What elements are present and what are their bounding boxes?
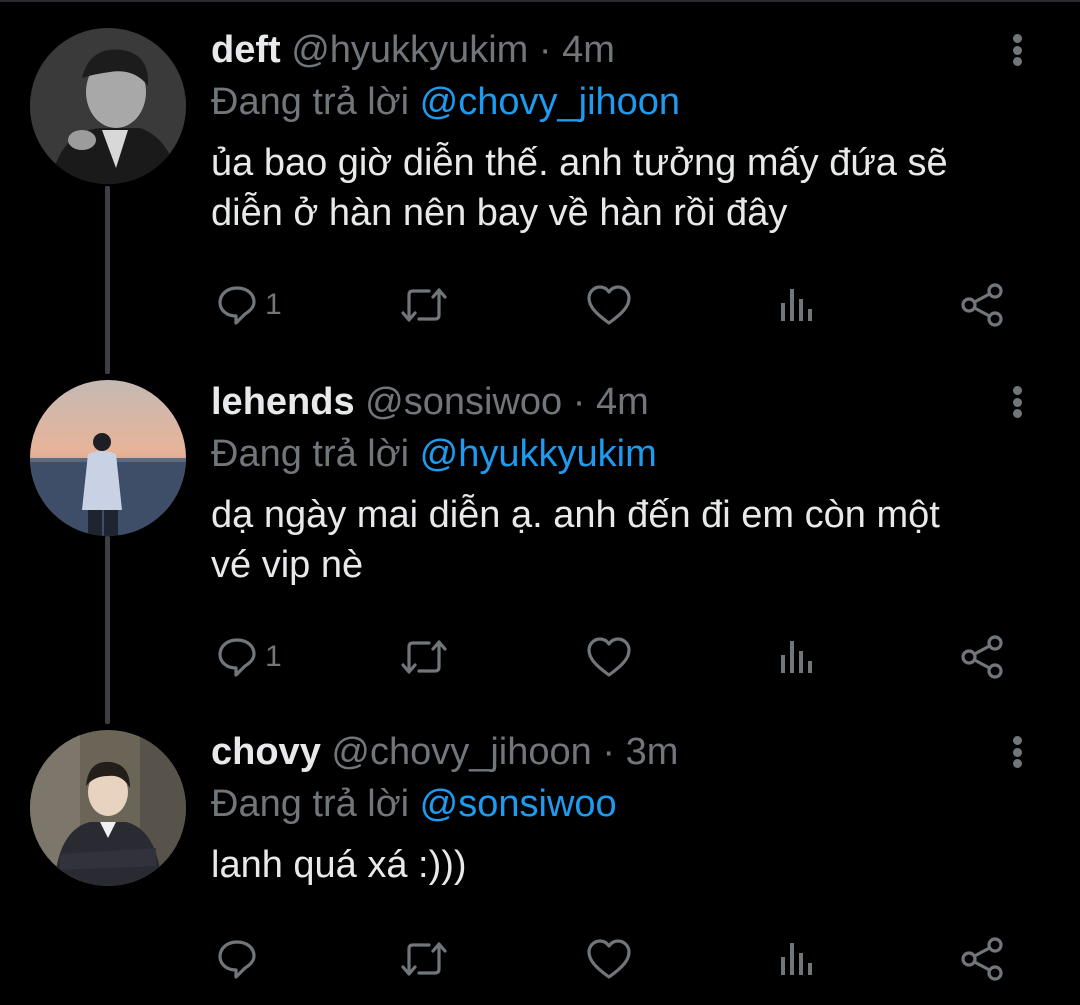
reply-button[interactable] [215,934,265,984]
user-handle[interactable]: @sonsiwoo [365,381,562,423]
retweet-button[interactable] [399,934,449,984]
separator-dot: · [572,381,586,423]
reply-target-link[interactable]: @sonsiwoo [420,783,617,825]
reply-count: 1 [265,288,282,321]
like-button[interactable] [585,632,633,682]
tweet-content: lehends @sonsiwoo · 4m Đang trả lời @hyu… [211,380,1011,590]
retweet-icon [401,942,447,976]
tweet-actions [211,934,1021,984]
avatar-lehends-image [30,380,186,536]
tweet-text-line: dạ ngày mai diễn ạ. anh đến đi em còn mộ… [211,494,940,536]
replying-to: Đang trả lời @sonsiwoo [211,782,1011,826]
reply-bubble-icon [218,940,256,979]
share-button[interactable] [959,632,1007,682]
views-button[interactable] [777,934,817,984]
share-button[interactable] [959,934,1007,984]
separator-dot: · [602,731,616,773]
timestamp[interactable]: 3m [626,731,679,773]
tweet-text-line: diễn ở hàn nên bay về hàn rồi đây [211,192,788,234]
timestamp[interactable]: 4m [562,29,615,71]
bar-chart-icon [781,943,812,975]
display-name[interactable]: lehends [211,381,355,423]
replying-to-label: Đang trả lời [211,783,410,825]
more-vertical-icon[interactable] [1004,732,1030,772]
views-button[interactable] [777,280,817,330]
separator-dot: · [538,29,552,71]
reply-target-link[interactable]: @hyukkyukim [420,433,657,475]
timestamp[interactable]: 4m [596,381,649,423]
tweet-text-line: ủa bao giờ diễn thế. anh tưởng mấy đứa s… [211,142,948,184]
like-button[interactable] [585,934,633,984]
tweet-actions: 1 [211,280,1021,330]
bar-chart-icon [781,289,812,321]
display-name[interactable]: deft [211,29,281,71]
tweet-content: deft @hyukkyukim · 4m Đang trả lời @chov… [211,28,1011,238]
avatar[interactable] [30,28,186,184]
retweet-icon [401,288,447,322]
avatar-deft-image [30,28,186,184]
share-icon [961,937,1003,981]
reply-count: 1 [265,640,282,673]
tweet-content: chovy @chovy_jihoon · 3m Đang trả lời @s… [211,730,1011,890]
reply-target-link[interactable]: @chovy_jihoon [420,81,680,123]
reply-bubble-icon [218,286,256,325]
avatar[interactable] [30,380,186,536]
user-handle[interactable]: @hyukkyukim [291,29,528,71]
replying-to-label: Đang trả lời [211,81,410,123]
views-button[interactable] [777,632,817,682]
thread-connector [105,186,110,374]
replying-to: Đang trả lời @hyukkyukim [211,432,1011,476]
tweet-header: deft @hyukkyukim · 4m [211,28,1011,72]
avatar[interactable] [30,730,186,886]
bar-chart-icon [781,641,812,673]
retweet-icon [401,640,447,674]
tweet-header: lehends @sonsiwoo · 4m [211,380,1011,424]
heart-icon [587,939,631,979]
reply-bubble-icon [218,638,256,677]
more-vertical-icon[interactable] [1004,382,1030,422]
replying-to: Đang trả lời @chovy_jihoon [211,80,1011,124]
thread-connector [105,536,110,724]
avatar-chovy-image [30,730,186,886]
heart-icon [587,285,631,325]
heart-icon [587,637,631,677]
tweet-text: lanh quá xá :))) [211,840,1011,890]
tweet-text: dạ ngày mai diễn ạ. anh đến đi em còn mộ… [211,490,1011,590]
reply-button[interactable]: 1 [215,632,282,682]
retweet-button[interactable] [399,280,449,330]
share-icon [961,283,1003,327]
tweet-header: chovy @chovy_jihoon · 3m [211,730,1011,774]
display-name[interactable]: chovy [211,731,321,773]
user-handle[interactable]: @chovy_jihoon [331,731,591,773]
share-button[interactable] [959,280,1007,330]
tweet-text: ủa bao giờ diễn thế. anh tưởng mấy đứa s… [211,138,1011,238]
like-button[interactable] [585,280,633,330]
tweet-actions: 1 [211,632,1021,682]
more-vertical-icon[interactable] [1004,30,1030,70]
share-icon [961,635,1003,679]
tweet-text-line: vé vip nè [211,544,364,586]
top-divider [0,0,1080,2]
retweet-button[interactable] [399,632,449,682]
reply-button[interactable]: 1 [215,280,282,330]
tweet-text-line: lanh quá xá :))) [211,844,467,886]
replying-to-label: Đang trả lời [211,433,410,475]
